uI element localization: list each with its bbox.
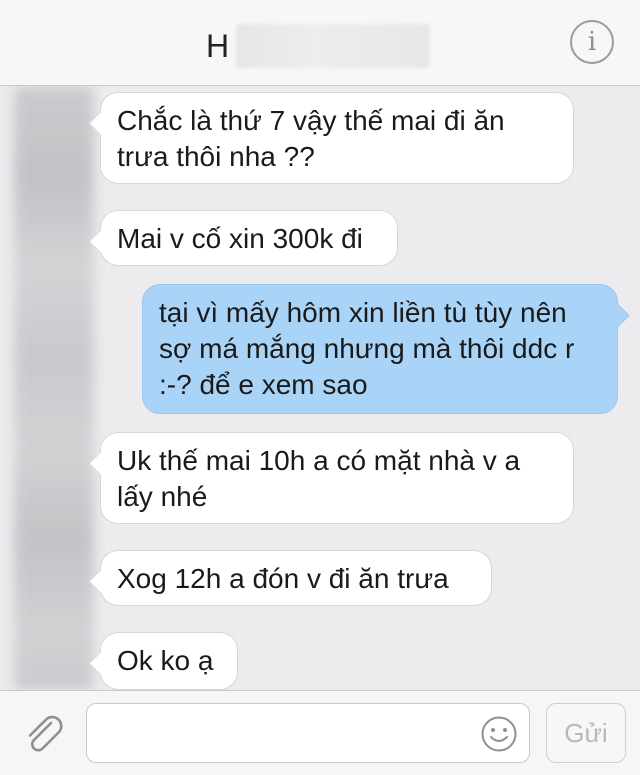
info-icon: i [587, 27, 597, 57]
message-text: Mai v cố xin 300k đi [117, 223, 363, 254]
contact-name-redaction [236, 24, 430, 68]
message-bubble-outgoing[interactable]: tại vì mấy hôm xin liền tù tùy nên sợ má… [142, 284, 618, 414]
chat-header: H i [0, 0, 640, 86]
message-text: tại vì mấy hôm xin liền tù tùy nên sợ má… [159, 297, 575, 400]
message-text: Xog 12h a đón v đi ăn trưa [117, 563, 449, 594]
message-bubble-incoming[interactable]: Ok ko ạ [100, 632, 238, 690]
paperclip-icon[interactable] [20, 711, 68, 759]
message-text: Ok ko ạ [117, 645, 214, 676]
message-bubble-incoming[interactable]: Mai v cố xin 300k đi [100, 210, 398, 266]
message-text: Chắc là thứ 7 vậy thế mai đi ăn trưa thô… [117, 105, 505, 172]
message-input[interactable] [86, 703, 530, 763]
contact-name[interactable]: H [206, 28, 229, 64]
composer-bar: Gửi [0, 690, 640, 775]
info-button[interactable]: i [570, 20, 614, 64]
message-thread[interactable]: Chắc là thứ 7 vậy thế mai đi ăn trưa thô… [0, 86, 640, 690]
send-button[interactable]: Gửi [546, 703, 626, 763]
message-bubble-incoming[interactable]: Xog 12h a đón v đi ăn trưa [100, 550, 492, 606]
message-bubble-incoming[interactable]: Chắc là thứ 7 vậy thế mai đi ăn trưa thô… [100, 92, 574, 184]
message-text: Uk thế mai 10h a có mặt nhà v a lấy nhé [117, 445, 521, 512]
smiley-icon[interactable] [480, 715, 518, 753]
contact-avatar-redaction [14, 86, 94, 690]
message-bubble-incoming[interactable]: Uk thế mai 10h a có mặt nhà v a lấy nhé [100, 432, 574, 524]
